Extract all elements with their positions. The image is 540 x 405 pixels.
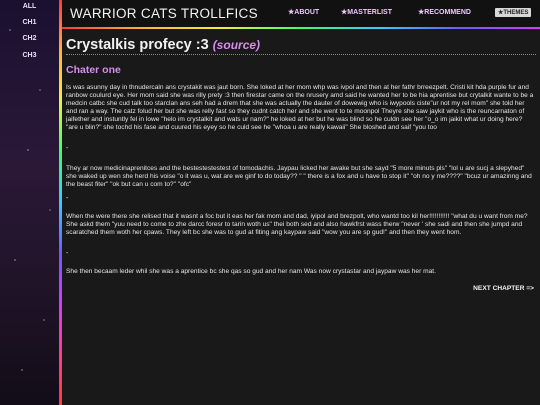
- site-title[interactable]: WARRIOR CATS TROLLFICS: [70, 6, 258, 21]
- main-content: Crystalkis profecy :3 (source) Chater on…: [62, 29, 540, 405]
- sidebar-item-ch1[interactable]: CH1: [0, 19, 59, 26]
- story-paragraph-3: When the were there she relised that it …: [66, 213, 528, 236]
- title-divider: [66, 54, 536, 55]
- sidebar-item-ch2[interactable]: CH2: [0, 35, 59, 42]
- paragraph-separator: -: [66, 145, 69, 152]
- story-paragraph-2: They ar now medicinaprenitces and the be…: [66, 165, 532, 188]
- chapter-heading: Chater one: [66, 64, 121, 76]
- paragraph-separator: -: [66, 250, 69, 257]
- masterlist-link[interactable]: ★MASTERLIST: [341, 8, 392, 16]
- header: WARRIOR CATS TROLLFICS ★ABOUT ★MASTERLIS…: [62, 0, 540, 27]
- story-paragraph-4: She then becaam leder whil she was a apr…: [66, 268, 436, 275]
- story-title: Crystalkis profecy :3: [66, 37, 209, 53]
- about-link[interactable]: ★ABOUT: [288, 8, 319, 16]
- next-chapter-link[interactable]: NEXT CHAPTER =>: [473, 285, 534, 292]
- recommend-link[interactable]: ★RECOMMEND: [418, 8, 471, 16]
- source-link[interactable]: (source): [213, 38, 260, 52]
- story-paragraph-1: Is was asunny day in thnudercaln ans cry…: [66, 84, 534, 131]
- paragraph-separator: -: [66, 195, 69, 202]
- sidebar-item-all[interactable]: ALL: [0, 3, 59, 10]
- sidebar: ALL CH1 CH2 CH3: [0, 0, 59, 405]
- themes-button[interactable]: ★THEMES: [495, 8, 532, 17]
- story-title-line: Crystalkis profecy :3 (source): [66, 37, 260, 53]
- sidebar-item-ch3[interactable]: CH3: [0, 52, 59, 59]
